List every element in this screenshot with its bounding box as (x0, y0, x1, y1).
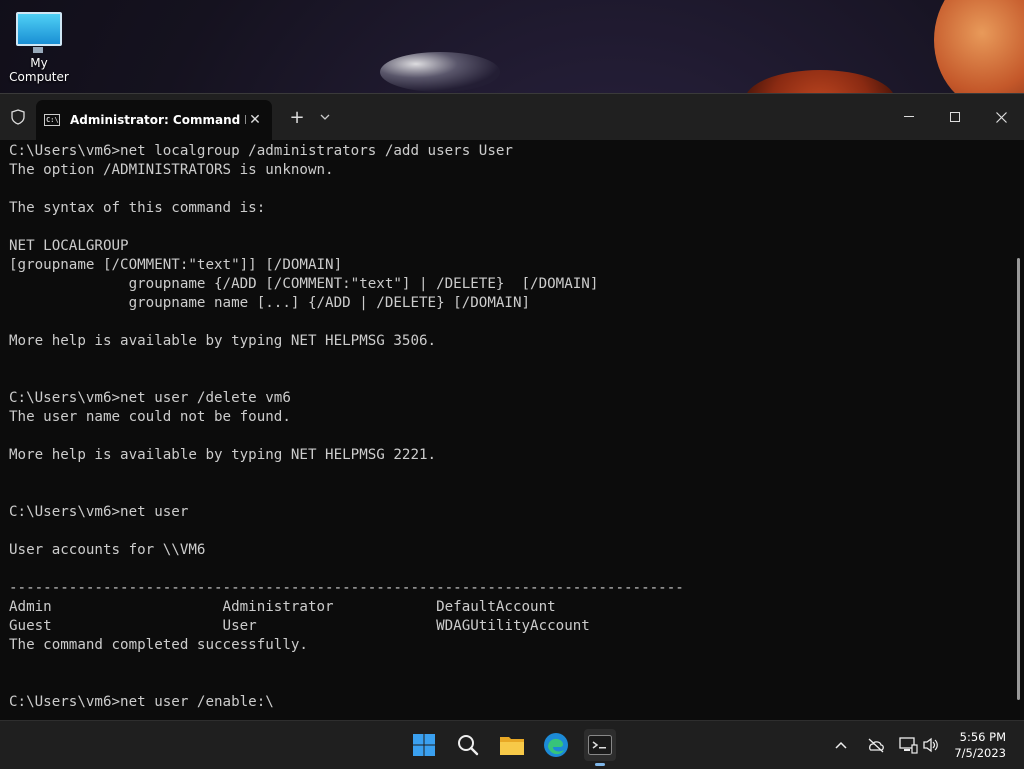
edge-icon (544, 733, 568, 757)
console-line: User accounts for \\VM6 (9, 542, 206, 558)
console-line: More help is available by typing NET HEL… (9, 333, 437, 349)
search-icon (458, 735, 479, 756)
clock-time: 5:56 PM (959, 730, 1006, 744)
edge-browser-button[interactable] (540, 729, 572, 761)
shield-icon (0, 94, 36, 140)
cloud-offline-icon[interactable] (866, 721, 886, 769)
console-line: Guest User WDAGUtilityAccount (9, 618, 590, 634)
desktop-icon-my-computer[interactable]: My Computer (0, 6, 78, 84)
title-bar[interactable]: C:\ Administrator: Command Prc ✕ + (0, 94, 1024, 140)
volume-icon[interactable] (922, 721, 940, 769)
console-line: More help is available by typing NET HEL… (9, 447, 437, 463)
terminal-icon (588, 735, 612, 755)
tab-title: Administrator: Command Prc (70, 113, 246, 127)
clock[interactable]: 5:56 PM 7/5/2023 (954, 729, 1006, 761)
wallpaper-bubble (380, 52, 500, 92)
search-button[interactable] (452, 729, 484, 761)
desktop-icon-label: My Computer (9, 56, 69, 84)
close-tab-icon[interactable]: ✕ (246, 112, 264, 128)
console-line: The syntax of this command is: (9, 200, 266, 216)
file-explorer-button[interactable] (496, 729, 528, 761)
console-line: ----------------------------------------… (9, 580, 684, 596)
taskbar: 5:56 PM 7/5/2023 (0, 720, 1024, 769)
console-line: The option /ADMINISTRATORS is unknown. (9, 162, 334, 178)
close-button[interactable] (978, 94, 1024, 140)
tab-command-prompt[interactable]: C:\ Administrator: Command Prc ✕ (36, 100, 272, 140)
cmd-icon: C:\ (44, 114, 60, 126)
terminal-taskbar-button[interactable] (584, 729, 616, 766)
console-line: [groupname [/COMMENT:"text"]] [/DOMAIN] (9, 257, 343, 273)
minimize-button[interactable] (886, 94, 932, 140)
console-output[interactable]: C:\Users\vm6>net localgroup /administrat… (9, 142, 1012, 712)
terminal-window[interactable]: C:\ Administrator: Command Prc ✕ + C:\Us… (0, 93, 1024, 721)
chevron-up-icon (835, 741, 847, 749)
network-icon[interactable] (898, 721, 918, 769)
tray-overflow-button[interactable] (834, 721, 848, 769)
console-line: groupname name [...] {/ADD | /DELETE} [/… (9, 295, 531, 311)
dropdown-chevron-icon[interactable] (316, 112, 334, 123)
maximize-button[interactable] (932, 94, 978, 140)
console-line: C:\Users\vm6>net localgroup /administrat… (9, 143, 513, 159)
console-line: Admin Administrator DefaultAccount (9, 599, 556, 615)
console-line: The user name could not be found. (9, 409, 291, 425)
console-line: The command completed successfully. (9, 637, 308, 653)
console-line: C:\Users\vm6>net user (9, 504, 189, 520)
folder-icon (500, 737, 524, 755)
console-line: groupname {/ADD [/COMMENT:"text"] | /DEL… (9, 276, 599, 292)
scrollbar[interactable] (1017, 258, 1020, 700)
console-line: C:\Users\vm6>net user /delete vm6 (9, 390, 291, 406)
monitor-icon (16, 12, 62, 53)
new-tab-button[interactable]: + (286, 107, 308, 128)
console-line: NET LOCALGROUP (9, 238, 129, 254)
start-button[interactable] (408, 729, 440, 761)
clock-date: 7/5/2023 (954, 746, 1006, 760)
console-line: C:\Users\vm6>net user /enable:\ (9, 694, 274, 710)
